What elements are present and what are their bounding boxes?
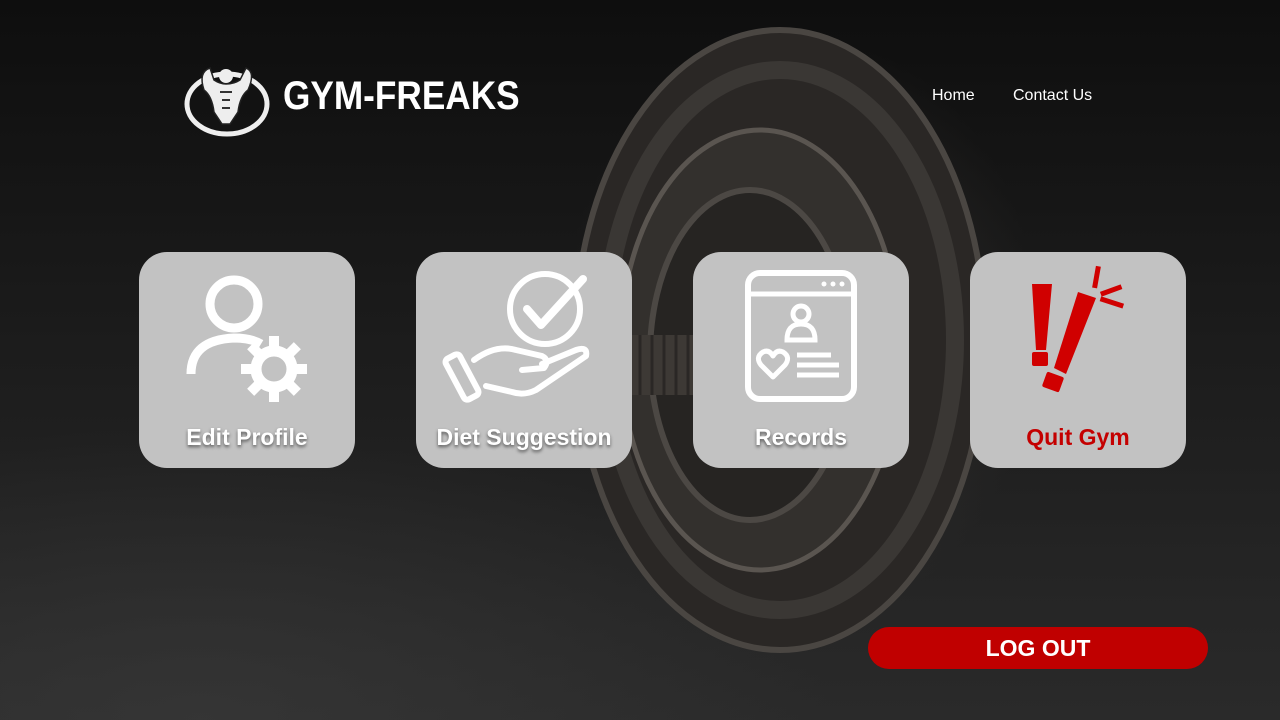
user-settings-icon [186, 275, 307, 402]
quit-gym-card[interactable]: Quit Gym [970, 252, 1186, 468]
nav-home-link[interactable]: Home [932, 87, 975, 105]
diet-suggestion-label: Diet Suggestion [436, 424, 612, 450]
records-label: Records [754, 424, 848, 450]
nav-contact-link[interactable]: Contact Us [1013, 87, 1092, 105]
exclamation-icon [1032, 265, 1125, 393]
edit-profile-label: Edit Profile [186, 424, 308, 450]
profile-record-icon [745, 270, 857, 402]
edit-profile-card[interactable]: Edit Profile [139, 252, 355, 468]
quit-gym-label: Quit Gym [1026, 424, 1130, 450]
brand-name: GYM-FREAKS [283, 74, 520, 118]
logout-button[interactable]: LOG OUT [868, 627, 1208, 669]
hand-checkmark-icon [442, 271, 590, 403]
bodybuilder-logo-icon [184, 67, 270, 137]
diet-suggestion-card[interactable]: Diet Suggestion [416, 252, 632, 468]
records-card[interactable]: Records [693, 252, 909, 468]
